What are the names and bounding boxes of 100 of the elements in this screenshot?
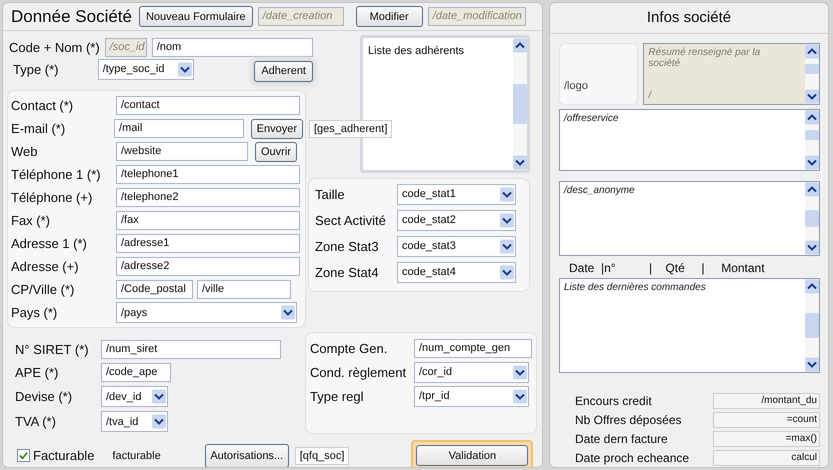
scroll-down-button[interactable] [513,155,527,170]
input-field[interactable]: /num_compte_gen [414,338,532,358]
scroll-thumb[interactable] [805,312,819,338]
chevron-down-icon[interactable] [513,364,527,380]
scroll-thumb[interactable] [805,64,819,74]
input-field[interactable]: /website [116,142,248,161]
adherent-button[interactable]: Adherent [254,60,313,82]
scroll-up-button[interactable] [513,38,527,53]
scroll-thumb[interactable] [513,84,527,124]
input-field[interactable]: /telephone1 [116,165,300,184]
dropdown[interactable]: code_stat3 [397,236,516,256]
action-button[interactable]: Envoyer [250,118,303,138]
description-area[interactable]: /desc_anonyme [559,181,820,256]
field-label: Fax (*) [11,213,51,228]
field-label: Nb Offres déposées [575,412,683,426]
field-label: Type regl [310,388,364,404]
orders-list[interactable]: Liste des dernières commandes [559,278,820,373]
action-button[interactable]: Ouvrir [255,142,297,162]
field-name: /desc_anonyme [564,185,636,196]
output-field: =max() [713,430,820,446]
summary-area[interactable]: Résumé renseigné par la société / [643,43,820,105]
input-field[interactable]: /mail [114,119,244,138]
chevron-down-icon[interactable] [500,212,514,228]
chevron-down-icon[interactable] [500,238,514,254]
dropdown[interactable]: /tpr_id [414,386,529,406]
column-header: Date |n° | Qté | Montant [568,260,766,277]
scroll-down-button[interactable] [805,155,819,170]
input-field[interactable]: /telephone2 [116,188,300,207]
input-field[interactable]: /nom [152,38,313,56]
input-field[interactable]: /code_ape [101,363,171,382]
chevron-down-icon[interactable] [152,414,166,429]
field-label: Compte Gen. [310,340,388,356]
dropdown[interactable]: /type_soc_id [98,58,194,80]
modify-button[interactable]: Modifier [356,6,423,27]
dropdown[interactable]: code_stat2 [397,210,516,230]
scroll-up-button[interactable] [805,279,819,294]
validation-button[interactable]: Validation [416,445,528,466]
scroll-down-button[interactable] [805,89,819,104]
new-form-button[interactable]: Nouveau Formulaire [138,6,253,27]
scrollbar[interactable] [805,44,819,104]
chevron-down-icon[interactable] [513,388,527,404]
chevron-down-icon[interactable] [500,186,514,202]
scroll-down-button[interactable] [805,240,819,255]
field-label: TVA (*) [15,414,57,429]
dropdown[interactable]: code_stat4 [397,262,516,282]
field-tag: [qfq_soc] [294,446,350,464]
chevron-down-icon[interactable] [281,305,295,320]
scrollbar[interactable] [805,279,819,372]
scroll-thumb[interactable] [805,130,819,140]
scroll-down-button[interactable] [805,357,819,372]
field-name: facturable [112,450,161,462]
input-field[interactable]: /adresse1 [116,234,300,253]
chevron-down-icon[interactable] [152,389,166,404]
field-label: Téléphone (+) [11,190,94,205]
field-label: CP/Ville (*) [11,282,76,297]
placeholder-text: Résumé renseigné par la société [648,47,762,69]
field-label: Pays (*) [11,305,58,320]
input-field[interactable]: /num_siret [101,340,281,359]
scrollbar[interactable] [805,110,819,170]
input-field[interactable]: /ville [197,280,291,299]
scrollbar[interactable] [513,38,527,170]
output-field: /montant_du [713,392,820,408]
chevron-down-icon[interactable] [500,264,514,280]
field-label: Cond. règlement [310,364,408,380]
field-label: E-mail (*) [11,121,66,136]
dropdown[interactable]: /dev_id [101,386,168,407]
field-label: Date dern facture [575,432,669,446]
field-label: Contact (*) [11,98,74,113]
output-field: =count [713,412,820,428]
offer-area[interactable]: /offreservice [559,109,820,171]
field-label: Zone Stat3 [315,238,380,254]
input-field[interactable]: /adresse2 [116,257,300,276]
checkbox[interactable] [17,449,30,462]
scroll-up-button[interactable] [805,110,819,125]
input-field[interactable]: /Code_postal [116,280,193,299]
scrollbar[interactable] [805,182,819,255]
dropdown[interactable]: /cor_id [414,362,529,382]
dropdown[interactable]: /tva_id [101,411,168,432]
scroll-up-button[interactable] [805,182,819,197]
input-field[interactable]: /fax [116,211,300,230]
checkbox-label: Facturable [33,448,94,463]
panel-title: Infos société [550,3,828,34]
field-value: / [648,90,653,101]
dropdown[interactable]: code_stat1 [397,184,516,204]
field-label: Code + Nom (*) [8,40,100,54]
scroll-up-button[interactable] [805,44,819,59]
field-label: N° SIRET (*) [15,342,90,357]
field-tag: [ges_adherent] [309,120,392,138]
dropdown[interactable]: /pays [116,302,297,323]
form-title: Donnée Société [11,6,132,26]
field-label: Date proch echeance [575,450,690,464]
scroll-thumb[interactable] [805,210,819,228]
chevron-down-icon[interactable] [178,62,192,76]
field-label: Adresse 1 (*) [11,236,88,251]
field-label: Adresse (+) [11,259,80,274]
field-label: Zone Stat4 [315,264,380,280]
field-name: /logo [564,80,588,92]
input-field[interactable]: /contact [116,96,300,115]
field-label: APE (*) [15,365,60,380]
authorizations-button[interactable]: Autorisations... [204,444,289,467]
